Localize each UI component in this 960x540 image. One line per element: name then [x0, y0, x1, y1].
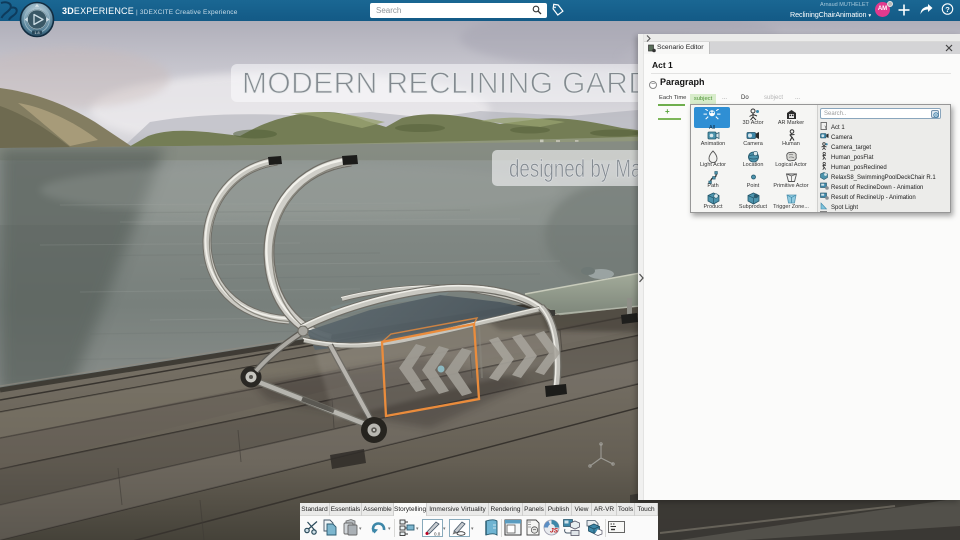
- svg-text:0.0: 0.0: [434, 532, 441, 537]
- svg-text:1.8: 1.8: [34, 31, 39, 35]
- svg-text:?: ?: [945, 5, 950, 14]
- svg-text:JS: JS: [550, 528, 559, 535]
